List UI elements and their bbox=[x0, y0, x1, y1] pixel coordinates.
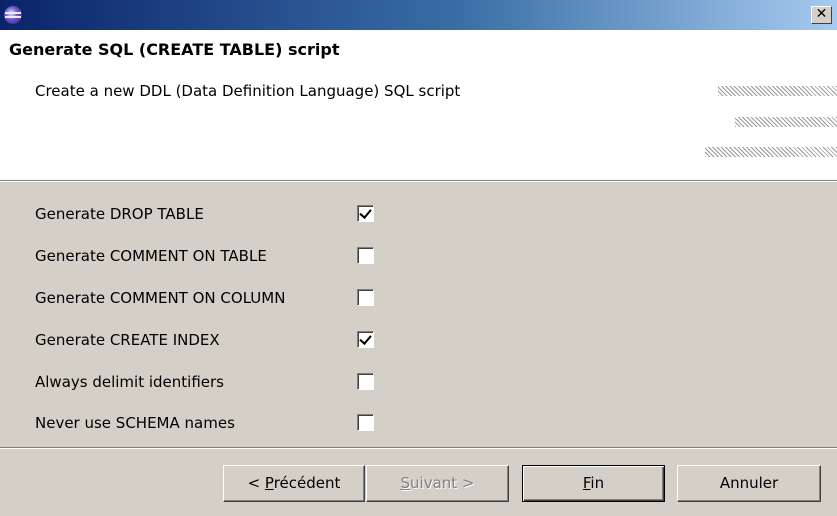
checkbox[interactable] bbox=[357, 289, 374, 306]
banner-decoration bbox=[735, 117, 837, 127]
option-label: Generate COMMENT ON TABLE bbox=[35, 247, 267, 265]
page-description: Create a new DDL (Data Definition Langua… bbox=[35, 82, 461, 100]
page-title: Generate SQL (CREATE TABLE) script bbox=[9, 40, 340, 59]
back-button-mnemonic: P bbox=[264, 474, 274, 492]
header-separator bbox=[0, 180, 837, 182]
finish-button-label: in bbox=[590, 474, 605, 492]
back-button-prefix: < bbox=[247, 474, 265, 492]
finish-button[interactable]: Fin bbox=[522, 465, 665, 502]
back-button[interactable]: < Précédent bbox=[223, 465, 365, 502]
option-label: Never use SCHEMA names bbox=[35, 414, 235, 432]
option-row-delimit-identifiers[interactable]: Always delimit identifiers bbox=[35, 365, 395, 401]
cancel-button-label: Annuler bbox=[719, 474, 779, 492]
next-button-label: uivant > bbox=[410, 474, 475, 492]
next-button[interactable]: Suivant > bbox=[366, 465, 509, 502]
button-bar-separator bbox=[0, 447, 837, 449]
option-row-create-index[interactable]: Generate CREATE INDEX bbox=[35, 323, 395, 359]
option-row-comment-on-table[interactable]: Generate COMMENT ON TABLE bbox=[35, 239, 395, 275]
checkbox[interactable] bbox=[357, 247, 374, 264]
option-label: Generate COMMENT ON COLUMN bbox=[35, 289, 286, 307]
close-button[interactable]: ✕ bbox=[811, 6, 832, 24]
option-label: Generate CREATE INDEX bbox=[35, 331, 220, 349]
banner-decoration bbox=[718, 86, 837, 96]
option-row-comment-on-column[interactable]: Generate COMMENT ON COLUMN bbox=[35, 281, 395, 317]
checkbox[interactable] bbox=[357, 414, 374, 431]
checkbox[interactable] bbox=[357, 373, 374, 390]
eclipse-icon bbox=[4, 6, 22, 24]
checkbox[interactable] bbox=[357, 205, 374, 222]
cancel-button[interactable]: Annuler bbox=[677, 465, 821, 502]
title-bar: ✕ bbox=[0, 0, 837, 30]
banner-decoration bbox=[705, 147, 837, 157]
option-row-drop-table[interactable]: Generate DROP TABLE bbox=[35, 197, 395, 233]
option-label: Always delimit identifiers bbox=[35, 373, 224, 391]
option-label: Generate DROP TABLE bbox=[35, 205, 204, 223]
option-row-schema-names[interactable]: Never use SCHEMA names bbox=[35, 406, 395, 442]
back-button-label: récédent bbox=[273, 474, 341, 492]
checkbox[interactable] bbox=[357, 331, 374, 348]
next-button-mnemonic: S bbox=[400, 474, 411, 492]
